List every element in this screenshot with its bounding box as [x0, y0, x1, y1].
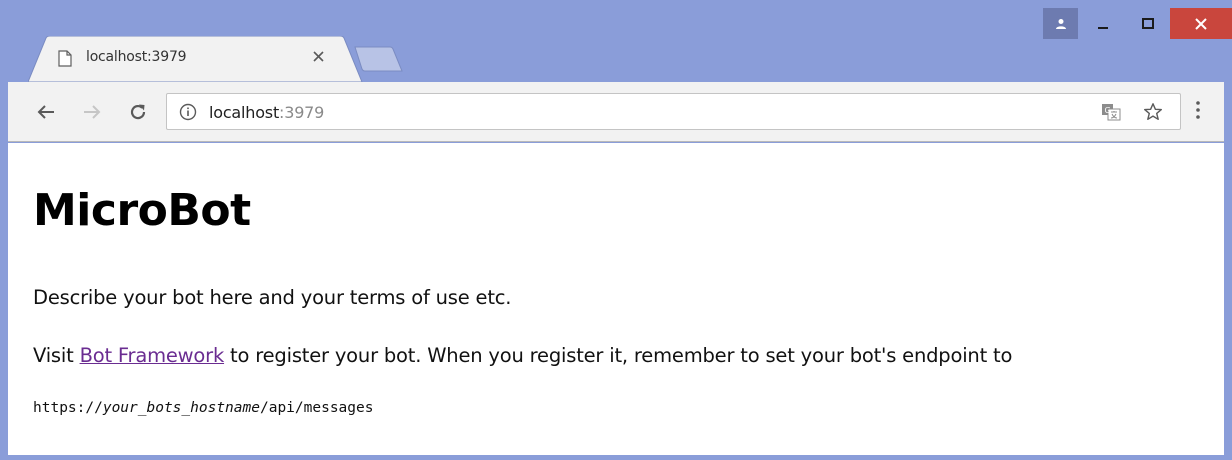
back-button[interactable] — [34, 100, 58, 124]
url-port: :3979 — [279, 103, 325, 122]
page-icon — [58, 50, 72, 67]
register-suffix: to register your bot. When you register … — [224, 344, 1013, 367]
endpoint-url: https://your_bots_hostname/api/messages — [33, 400, 373, 416]
star-icon[interactable] — [1143, 102, 1163, 122]
close-window-button[interactable] — [1170, 8, 1232, 39]
endpoint-suffix: /api/messages — [259, 400, 374, 416]
profile-button[interactable] — [1043, 8, 1078, 39]
arrow-left-icon — [37, 105, 54, 119]
maximize-icon — [1141, 18, 1154, 29]
maximize-button[interactable] — [1125, 8, 1170, 39]
minimize-icon — [1097, 26, 1108, 29]
person-icon — [1055, 18, 1066, 29]
tab-close-icon[interactable] — [312, 50, 325, 63]
info-icon[interactable] — [179, 103, 197, 121]
bot-framework-link[interactable]: Bot Framework — [80, 344, 225, 367]
address-bar[interactable]: localhost:3979 G — [166, 93, 1181, 130]
arrow-right-icon — [84, 105, 101, 119]
more-vert-icon[interactable] — [1196, 101, 1200, 119]
url-text: localhost:3979 — [209, 103, 324, 122]
window-bottom-border — [0, 455, 1232, 460]
browser-window: localhost:3979 localhost:3979 G MicroBot… — [0, 0, 1232, 460]
description-text: Describe your bot here and your terms of… — [33, 286, 512, 309]
reload-button[interactable] — [126, 100, 150, 124]
minimize-button[interactable] — [1080, 8, 1125, 39]
register-text: Visit Bot Framework to register your bot… — [33, 344, 1012, 367]
url-host: localhost — [209, 103, 280, 122]
toolbar: localhost:3979 G — [8, 82, 1224, 142]
page-content: MicroBot Describe your bot here and your… — [8, 143, 1224, 455]
endpoint-hostname-placeholder: your_bots_hostname — [102, 400, 260, 416]
tab-active[interactable]: localhost:3979 — [28, 36, 364, 82]
new-tab-button[interactable] — [354, 46, 404, 72]
translate-icon[interactable]: G — [1101, 103, 1121, 121]
tab-title: localhost:3979 — [86, 49, 187, 65]
forward-button[interactable] — [80, 100, 104, 124]
svg-text:G: G — [1105, 106, 1111, 115]
page-title: MicroBot — [33, 185, 251, 236]
title-bar: localhost:3979 — [0, 0, 1232, 82]
register-prefix: Visit — [33, 344, 80, 367]
endpoint-prefix: https:// — [33, 400, 103, 416]
close-icon — [1195, 17, 1207, 30]
reload-icon — [130, 104, 146, 120]
